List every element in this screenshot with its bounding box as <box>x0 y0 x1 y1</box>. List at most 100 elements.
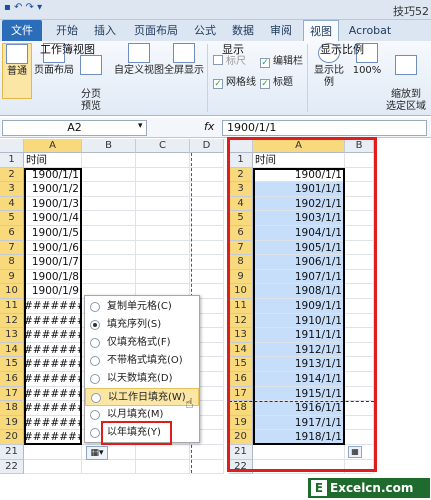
row-header[interactable]: 21 <box>0 445 24 460</box>
tab-view[interactable]: 视图 <box>303 20 339 41</box>
empty-cell[interactable] <box>190 226 224 241</box>
empty-cell[interactable] <box>136 240 190 256</box>
autofill-menu-item[interactable]: 不带格式填充(O) <box>85 352 199 370</box>
tab-insert[interactable]: 插入 <box>90 20 120 41</box>
radio-icon[interactable] <box>90 374 100 384</box>
row-header[interactable]: 9 <box>0 269 24 285</box>
group-label-show: 显示 <box>222 43 244 56</box>
row-header[interactable]: 14 <box>0 342 24 358</box>
formula-input[interactable]: 1900/1/1 <box>222 120 427 136</box>
row-header[interactable]: 7 <box>0 240 24 256</box>
row-header[interactable]: 1 <box>0 153 24 168</box>
tab-review[interactable]: 审阅 <box>266 20 296 41</box>
empty-cell[interactable] <box>136 459 190 475</box>
empty-cell[interactable] <box>136 255 190 270</box>
custom-views-label: 自定义视图 <box>114 65 164 76</box>
empty-cell[interactable] <box>136 269 190 285</box>
radio-icon[interactable] <box>90 338 100 348</box>
empty-cell[interactable] <box>190 211 224 226</box>
autofill-options-button[interactable]: ▦▾ <box>86 446 108 460</box>
row-header[interactable]: 22 <box>0 459 24 475</box>
empty-cell[interactable] <box>82 167 136 183</box>
tab-file[interactable]: 文件 <box>2 20 42 41</box>
empty-cell[interactable] <box>24 459 82 475</box>
empty-cell[interactable] <box>136 445 190 460</box>
empty-cell[interactable] <box>82 240 136 256</box>
row-header[interactable]: 10 <box>0 284 24 299</box>
row-header[interactable]: 8 <box>0 255 24 270</box>
row-header[interactable]: 3 <box>0 182 24 197</box>
tab-data[interactable]: 数据 <box>228 20 258 41</box>
autofill-menu-item[interactable]: 仅填充格式(F) <box>85 334 199 352</box>
header-cell[interactable]: 时间 <box>24 153 82 168</box>
radio-icon[interactable] <box>90 428 100 438</box>
gridlines-checkbox[interactable]: ✓ 网格线 <box>213 73 256 89</box>
headings-checkbox[interactable]: ✓ 标题 <box>260 73 293 89</box>
row-header[interactable]: 11 <box>0 299 24 314</box>
row-header[interactable]: 5 <box>0 211 24 226</box>
radio-icon[interactable] <box>91 393 101 403</box>
autofill-menu-item[interactable]: 填充序列(S) <box>85 316 199 334</box>
tab-page-layout[interactable]: 页面布局 <box>130 20 182 41</box>
empty-cell[interactable] <box>190 153 224 168</box>
empty-cell[interactable] <box>136 167 190 183</box>
empty-cell[interactable] <box>190 255 224 270</box>
normal-view-button[interactable]: 普通 <box>2 43 32 99</box>
quick-access-toolbar[interactable]: ▪ ↶ ↷ ▾ <box>4 2 42 13</box>
empty-cell[interactable] <box>82 255 136 270</box>
autofill-menu-item-label: 不带格式填充(O) <box>107 355 183 366</box>
row-header[interactable]: 2 <box>0 167 24 183</box>
select-all-corner[interactable] <box>0 139 24 153</box>
row-header[interactable]: 18 <box>0 401 24 416</box>
row-header[interactable]: 20 <box>0 430 24 445</box>
column-header[interactable]: C <box>136 139 190 153</box>
empty-cell[interactable] <box>136 153 190 168</box>
radio-selected-icon[interactable] <box>90 320 100 330</box>
autofill-menu-item[interactable]: 复制单元格(C) <box>85 298 199 316</box>
empty-cell[interactable] <box>190 182 224 197</box>
radio-icon[interactable] <box>90 356 100 366</box>
empty-cell[interactable] <box>190 240 224 256</box>
tab-formulas[interactable]: 公式 <box>190 20 220 41</box>
radio-icon[interactable] <box>90 302 100 312</box>
name-box-dropdown-icon[interactable]: ▾ <box>138 121 143 131</box>
empty-cell[interactable] <box>82 459 136 475</box>
normal-view-label: 普通 <box>7 66 27 77</box>
row-header[interactable]: 17 <box>0 386 24 402</box>
column-header[interactable]: A <box>24 139 82 153</box>
column-header[interactable]: B <box>82 139 136 153</box>
row-header[interactable]: 16 <box>0 372 24 387</box>
empty-cell[interactable] <box>82 226 136 241</box>
empty-cell[interactable] <box>136 226 190 241</box>
row-header[interactable]: 15 <box>0 357 24 372</box>
column-header[interactable]: D <box>190 139 224 153</box>
ruler-label: 标尺 <box>226 56 246 67</box>
row-header[interactable]: 13 <box>0 328 24 343</box>
autofill-menu-item[interactable]: 以工作日填充(W) <box>85 388 199 406</box>
empty-cell[interactable] <box>136 196 190 212</box>
insert-function-icon[interactable]: fx <box>204 120 214 133</box>
empty-cell[interactable] <box>190 196 224 212</box>
row-header[interactable]: 19 <box>0 415 24 431</box>
empty-cell[interactable] <box>82 269 136 285</box>
row-header[interactable]: 4 <box>0 196 24 212</box>
empty-cell[interactable] <box>82 211 136 226</box>
empty-cell[interactable] <box>136 182 190 197</box>
empty-cell[interactable] <box>190 167 224 183</box>
tab-acrobat[interactable]: Acrobat <box>346 20 394 41</box>
radio-icon[interactable] <box>90 410 100 420</box>
empty-cell[interactable] <box>190 459 224 475</box>
row-header[interactable]: 6 <box>0 226 24 241</box>
tab-home[interactable]: 开始 <box>52 20 82 41</box>
row-header[interactable]: 12 <box>0 313 24 329</box>
full-screen-button[interactable]: 全屏显示 <box>164 43 204 99</box>
empty-cell[interactable] <box>82 153 136 168</box>
empty-cell[interactable] <box>82 182 136 197</box>
autofill-menu-item[interactable]: 以天数填充(D) <box>85 370 199 388</box>
empty-cell[interactable] <box>190 445 224 460</box>
empty-cell[interactable] <box>136 211 190 226</box>
name-box[interactable]: A2 <box>2 120 147 136</box>
empty-cell[interactable] <box>82 196 136 212</box>
empty-cell[interactable] <box>190 269 224 285</box>
empty-cell[interactable] <box>24 445 82 460</box>
